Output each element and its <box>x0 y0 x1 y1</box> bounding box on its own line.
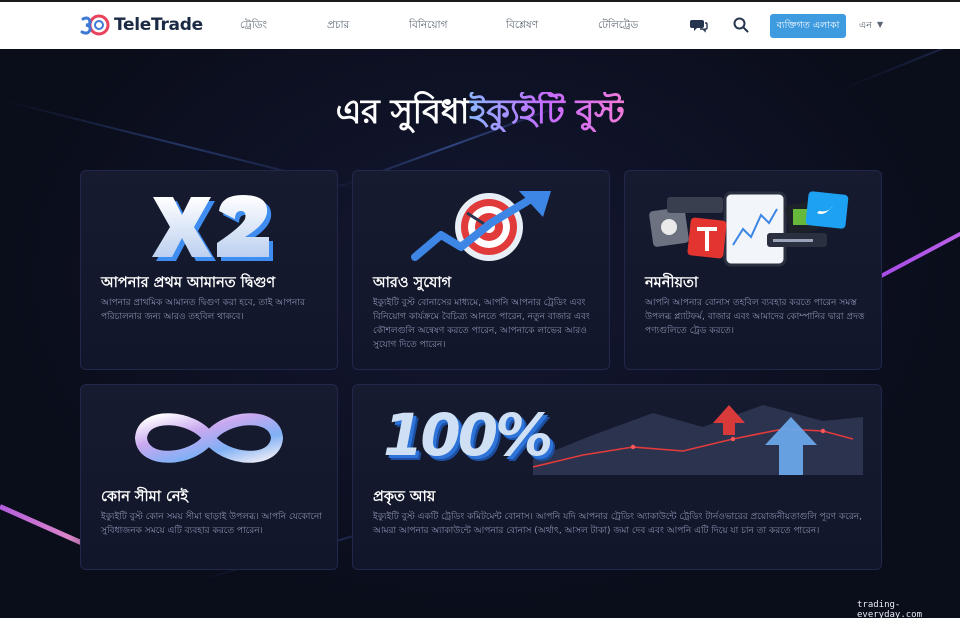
logo-text: TeleTrade <box>114 15 203 35</box>
card-title: কোন সীমা নেই <box>101 489 189 505</box>
chat-icon[interactable] <box>690 16 708 34</box>
card-description: ইক্যুইটি বুস্ট একটি ট্রেডিং কমিটমেন্ট বো… <box>373 512 863 536</box>
search-icon[interactable] <box>732 16 750 34</box>
benefit-card-double-deposit: আপনার প্রথম আমানত দ্বিগুণ আপনার প্রাথমিক… <box>80 170 338 370</box>
card-title: নমনীয়তা <box>645 275 699 291</box>
platform-logos-graphic <box>649 191 849 267</box>
benefit-card-flexibility: নমনীয়তা আপনি আপনার বোনাস তহবিল ব্যবহার … <box>624 170 882 370</box>
logo-30-icon <box>80 14 110 36</box>
title-prefix: এর সুবিধা <box>335 92 470 132</box>
card-title: আরও সুযোগ <box>373 275 452 291</box>
infinity-graphic <box>134 413 284 463</box>
nav-teletrade[interactable]: টেলিট্রেড <box>598 18 638 35</box>
card-title: প্রকৃত আয় <box>373 489 436 505</box>
card-title: আপনার প্রথম আমানত দ্বিগুণ <box>101 275 276 291</box>
personal-area-button[interactable]: ব্যক্তিগত এলাকা <box>770 14 846 38</box>
benefit-card-more-opportunities: আরও সুযোগ ইক্যুইটি বুস্ট বোনাসের মাধ্যমে… <box>352 170 610 370</box>
benefit-card-real-income: 100% প্রকৃত আয় ইক্যুইটি বুস্ট একটি ট্রে… <box>352 384 882 570</box>
target-arrow-graphic <box>411 191 551 261</box>
site-header: TeleTrade ট্রেডিং প্রচার বিনিয়োগ বিশ্লে… <box>0 2 960 49</box>
card-description: আপনার প্রাথমিক আমানত দ্বিগুণ করা হবে, তা… <box>101 298 305 322</box>
page-title: এর সুবিধাইক্যুইটি বুস্ট <box>0 86 960 143</box>
language-selector[interactable]: এন <box>859 19 872 34</box>
x2-graphic <box>152 195 273 261</box>
nav-investment[interactable]: বিনিয়োগ <box>409 18 447 35</box>
chevron-down-icon[interactable]: ▼ <box>877 20 883 29</box>
nav-promotions[interactable]: প্রচার <box>327 18 349 35</box>
title-highlight: ইক্যুইটি বুস্ট <box>469 92 625 132</box>
nav-analysis[interactable]: বিশ্লেষণ <box>506 18 538 35</box>
percent-badge: 100% <box>383 401 553 469</box>
market-chart-graphic <box>533 405 863 475</box>
benefit-card-no-limits: কোন সীমা নেই ইক্যুইটি বুস্ট কোন সময় সীম… <box>80 384 338 570</box>
card-description: আপনি আপনার বোনাস তহবিল ব্যবহার করতে পারে… <box>645 298 865 336</box>
card-description: ইক্যুইটি বুস্ট বোনাসের মাধ্যমে, আপনি আপন… <box>373 298 590 350</box>
light-streak <box>839 49 960 91</box>
watermark: trading-everyday.com <box>857 600 923 618</box>
card-description: ইক্যুইটি বুস্ট কোন সময় সীমা ছাড়াই উপলব… <box>101 512 322 536</box>
nav-trading[interactable]: ট্রেডিং <box>240 18 267 35</box>
teletrade-logo[interactable]: TeleTrade <box>80 13 203 37</box>
